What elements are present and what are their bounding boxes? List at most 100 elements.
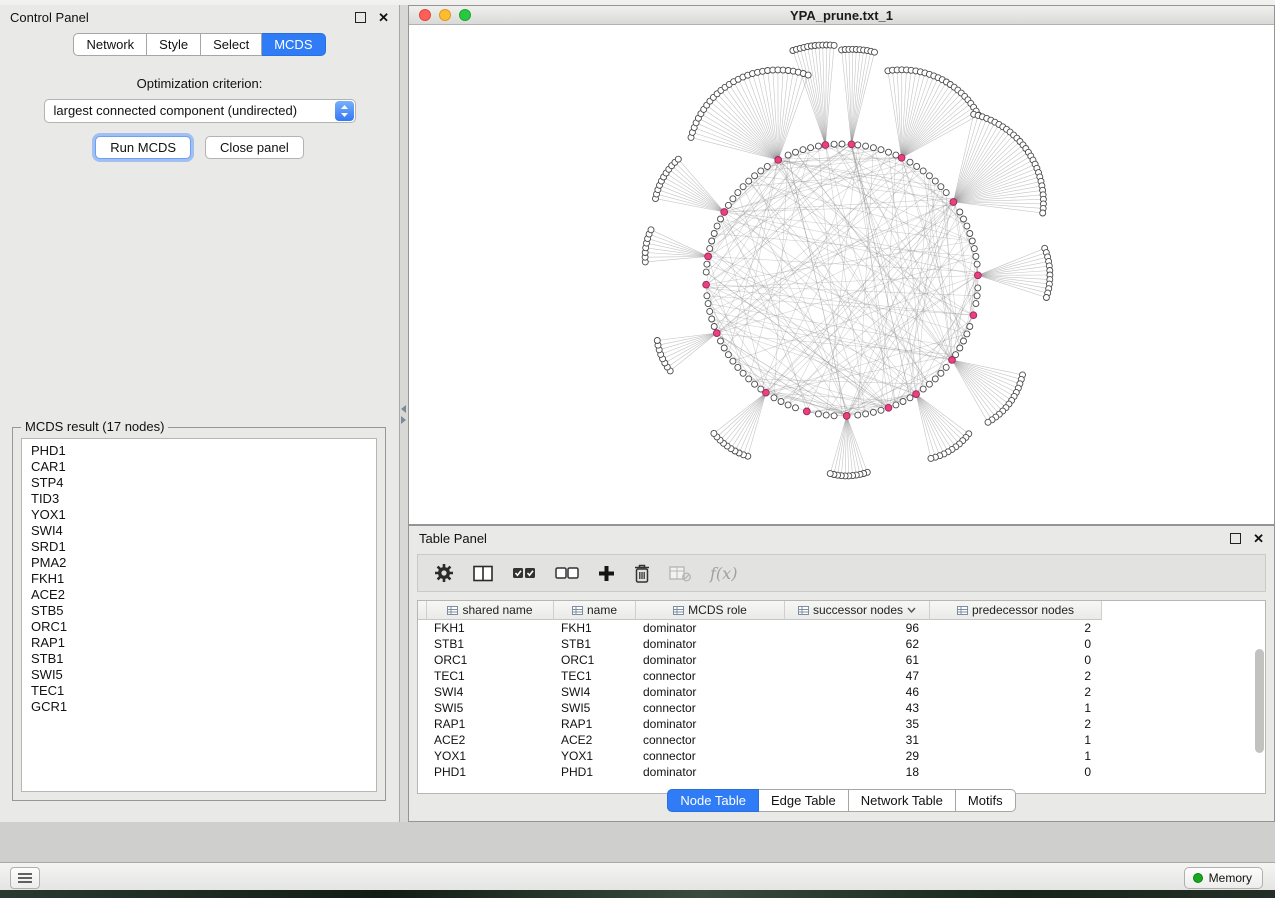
table-cell: TEC1 bbox=[554, 668, 636, 684]
table-row[interactable]: ORC1ORC1dominator610 bbox=[418, 652, 1265, 668]
unchecked-boxes-icon bbox=[555, 565, 579, 581]
optimization-select[interactable]: largest connected component (undirected) bbox=[44, 99, 356, 123]
checked-boxes-icon bbox=[512, 565, 536, 581]
sort-arrow-icon bbox=[907, 607, 916, 613]
tab-mcds[interactable]: MCDS bbox=[262, 33, 325, 56]
table-cell: FKH1 bbox=[554, 620, 636, 636]
column-header-name[interactable]: name bbox=[554, 601, 636, 620]
mcds-result-item[interactable]: ORC1 bbox=[31, 619, 376, 635]
column-header-successor-nodes[interactable]: successor nodes bbox=[785, 601, 930, 620]
table-cell: 61 bbox=[785, 652, 930, 668]
network-window-title: YPA_prune.txt_1 bbox=[790, 8, 893, 23]
mcds-result-item[interactable]: STB5 bbox=[31, 603, 376, 619]
table-row[interactable]: PHD1PHD1dominator180 bbox=[418, 764, 1265, 780]
table-cell: ORC1 bbox=[554, 652, 636, 668]
table-cell: connector bbox=[636, 748, 785, 764]
close-table-panel-icon[interactable]: ✕ bbox=[1253, 532, 1264, 545]
close-panel-button[interactable]: Close panel bbox=[205, 136, 304, 159]
table-cell: 46 bbox=[785, 684, 930, 700]
tab-select[interactable]: Select bbox=[201, 33, 262, 56]
memory-button[interactable]: Memory bbox=[1184, 867, 1263, 889]
maximize-window-button[interactable] bbox=[459, 9, 471, 21]
table-cell: TEC1 bbox=[427, 668, 554, 684]
table-cell: 2 bbox=[930, 620, 1102, 636]
table-settings-button[interactable] bbox=[434, 563, 454, 583]
column-header-MCDS-role[interactable]: MCDS role bbox=[636, 601, 785, 620]
mcds-result-item[interactable]: TID3 bbox=[31, 491, 376, 507]
tab-network[interactable]: Network bbox=[73, 33, 147, 56]
mcds-result-item[interactable]: GCR1 bbox=[31, 699, 376, 715]
table-cell: ACE2 bbox=[427, 732, 554, 748]
control-panel-header: Control Panel ✕ bbox=[0, 5, 399, 29]
table-row[interactable]: ACE2ACE2connector311 bbox=[418, 732, 1265, 748]
optimization-label: Optimization criterion: bbox=[0, 76, 399, 91]
delete-column-button[interactable] bbox=[634, 564, 650, 583]
mcds-result-item[interactable]: SRD1 bbox=[31, 539, 376, 555]
mcds-result-item[interactable]: STP4 bbox=[31, 475, 376, 491]
deselect-all-button[interactable] bbox=[555, 565, 579, 581]
table-cell: STB1 bbox=[427, 636, 554, 652]
mcds-result-item[interactable]: PMA2 bbox=[31, 555, 376, 571]
table-row[interactable]: YOX1YOX1connector291 bbox=[418, 748, 1265, 764]
mcds-result-item[interactable]: SWI5 bbox=[31, 667, 376, 683]
table-row[interactable]: TEC1TEC1connector472 bbox=[418, 668, 1265, 684]
table-cell: 29 bbox=[785, 748, 930, 764]
add-column-button[interactable] bbox=[598, 565, 615, 582]
tab-style[interactable]: Style bbox=[147, 33, 201, 56]
column-header-predecessor-nodes[interactable]: predecessor nodes bbox=[930, 601, 1102, 620]
mcds-result-item[interactable]: ACE2 bbox=[31, 587, 376, 603]
table-scrollbar[interactable] bbox=[1254, 623, 1264, 789]
table-cell: 2 bbox=[930, 668, 1102, 684]
table-panel: Table Panel ✕ f(x) shared namenameMCDS bbox=[408, 525, 1275, 822]
close-panel-icon[interactable]: ✕ bbox=[378, 11, 389, 24]
tab-network-table[interactable]: Network Table bbox=[849, 789, 956, 812]
tab-edge-table[interactable]: Edge Table bbox=[759, 789, 849, 812]
select-all-button[interactable] bbox=[512, 565, 536, 581]
tab-motifs[interactable]: Motifs bbox=[956, 789, 1016, 812]
status-menu-button[interactable] bbox=[10, 867, 40, 889]
mcds-result-item[interactable]: STB1 bbox=[31, 651, 376, 667]
table-row[interactable]: RAP1RAP1dominator352 bbox=[418, 716, 1265, 732]
tab-node-table[interactable]: Node Table bbox=[667, 789, 759, 812]
show-columns-button[interactable] bbox=[473, 565, 493, 582]
mcds-result-item[interactable]: RAP1 bbox=[31, 635, 376, 651]
table-cell: dominator bbox=[636, 684, 785, 700]
table-row[interactable]: SWI5SWI5connector431 bbox=[418, 700, 1265, 716]
control-panel: Control Panel ✕ NetworkStyleSelectMCDS O… bbox=[0, 5, 400, 822]
table-cell: SWI5 bbox=[427, 700, 554, 716]
table-row[interactable]: STB1STB1dominator620 bbox=[418, 636, 1265, 652]
control-panel-tabbar: NetworkStyleSelectMCDS bbox=[0, 33, 399, 56]
float-table-panel-icon[interactable] bbox=[1230, 533, 1241, 544]
optimization-select-value: largest connected component (undirected) bbox=[54, 103, 298, 118]
mcds-result-item[interactable]: PHD1 bbox=[31, 443, 376, 459]
mcds-result-item[interactable]: YOX1 bbox=[31, 507, 376, 523]
table-cell: 2 bbox=[930, 684, 1102, 700]
table-cell: YOX1 bbox=[554, 748, 636, 764]
table-row[interactable]: FKH1FKH1dominator962 bbox=[418, 620, 1265, 636]
mcds-result-item[interactable]: FKH1 bbox=[31, 571, 376, 587]
table-cell: 0 bbox=[930, 636, 1102, 652]
mcds-result-item[interactable]: CAR1 bbox=[31, 459, 376, 475]
mcds-result-item[interactable]: SWI4 bbox=[31, 523, 376, 539]
close-window-button[interactable] bbox=[419, 9, 431, 21]
table-body: FKH1FKH1dominator962STB1STB1dominator620… bbox=[418, 620, 1265, 780]
table-cell: 62 bbox=[785, 636, 930, 652]
scrollbar-thumb[interactable] bbox=[1255, 649, 1264, 753]
network-window: YPA_prune.txt_1 bbox=[408, 5, 1275, 525]
table-cell: 96 bbox=[785, 620, 930, 636]
splitter-collapse-icon[interactable] bbox=[401, 405, 406, 424]
column-header-shared-name[interactable]: shared name bbox=[427, 601, 554, 620]
table-row[interactable]: SWI4SWI4dominator462 bbox=[418, 684, 1265, 700]
mcds-result-group: MCDS result (17 nodes) PHD1CAR1STP4TID3Y… bbox=[12, 427, 386, 801]
mcds-result-item[interactable]: TEC1 bbox=[31, 683, 376, 699]
table-cell: 31 bbox=[785, 732, 930, 748]
table-cell: SWI5 bbox=[554, 700, 636, 716]
run-mcds-button[interactable]: Run MCDS bbox=[95, 136, 191, 159]
network-canvas[interactable] bbox=[409, 25, 1274, 525]
minimize-window-button[interactable] bbox=[439, 9, 451, 21]
table-cell: dominator bbox=[636, 764, 785, 780]
table-cell: connector bbox=[636, 668, 785, 684]
float-panel-icon[interactable] bbox=[355, 12, 366, 23]
panel-splitter[interactable] bbox=[400, 5, 408, 822]
function-builder-button: f(x) bbox=[710, 564, 737, 583]
